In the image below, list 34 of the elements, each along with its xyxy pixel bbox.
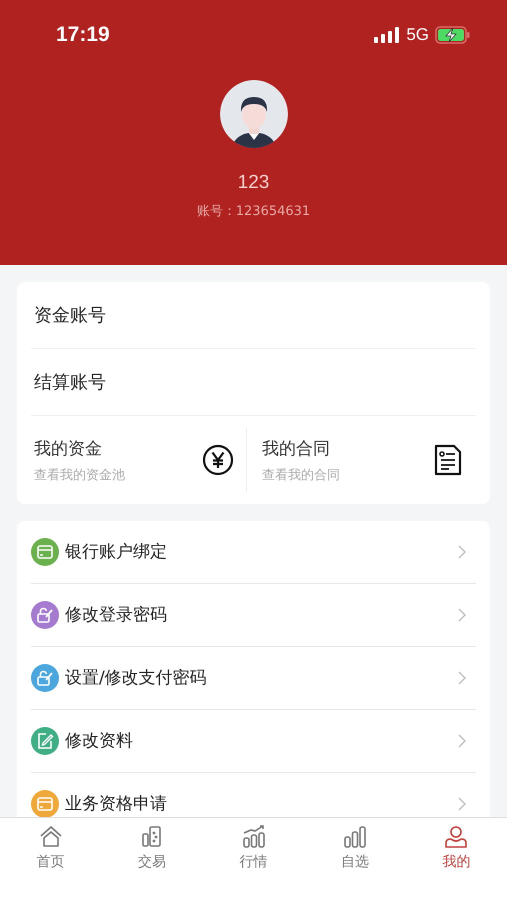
avatar <box>220 80 288 148</box>
yen-icon <box>202 444 234 476</box>
tab[interactable]: 行情 <box>202 824 304 871</box>
menu-item-label[interactable]: 设置/修改支付密码 <box>65 668 452 688</box>
shortcut-title[interactable]: 我的资金 <box>34 436 125 460</box>
signal-icon <box>374 27 400 43</box>
tab[interactable]: 自选 <box>304 824 406 871</box>
tab[interactable]: 我的 <box>406 824 507 871</box>
tab[interactable]: 交易 <box>101 824 203 871</box>
chevron-right-icon <box>458 671 466 685</box>
chevron-right-icon <box>458 734 466 748</box>
menu-item-label[interactable]: 银行账户绑定 <box>65 542 452 562</box>
bars-icon <box>342 824 368 850</box>
account-number: 账号：123654631 <box>196 203 310 220</box>
shortcut-subtitle: 查看我的资金池 <box>34 466 125 484</box>
chevron-right-icon <box>458 797 466 811</box>
tab[interactable]: 首页 <box>0 824 102 871</box>
home-icon <box>38 824 64 850</box>
user-name: 123 <box>238 172 270 194</box>
menu-item-label[interactable]: 修改资料 <box>65 731 452 751</box>
network-label: 5G <box>406 25 429 45</box>
battery-charging-icon <box>435 26 471 44</box>
document-icon <box>434 444 462 476</box>
user-icon <box>443 824 470 850</box>
menu-item-label[interactable]: 修改登录密码 <box>65 605 452 625</box>
shortcut-subtitle: 查看我的合同 <box>262 466 340 484</box>
shortcut-title[interactable]: 我的合同 <box>262 436 340 460</box>
rising-bars-icon <box>240 824 267 850</box>
account-row[interactable]: 结算账号 <box>31 349 476 416</box>
chevron-right-icon <box>458 545 466 559</box>
menu-item-label[interactable]: 业务资格申请 <box>65 794 452 814</box>
chevron-right-icon <box>458 608 466 622</box>
status-time: 17:19 <box>56 23 110 47</box>
account-row[interactable]: 资金账号 <box>31 282 476 349</box>
